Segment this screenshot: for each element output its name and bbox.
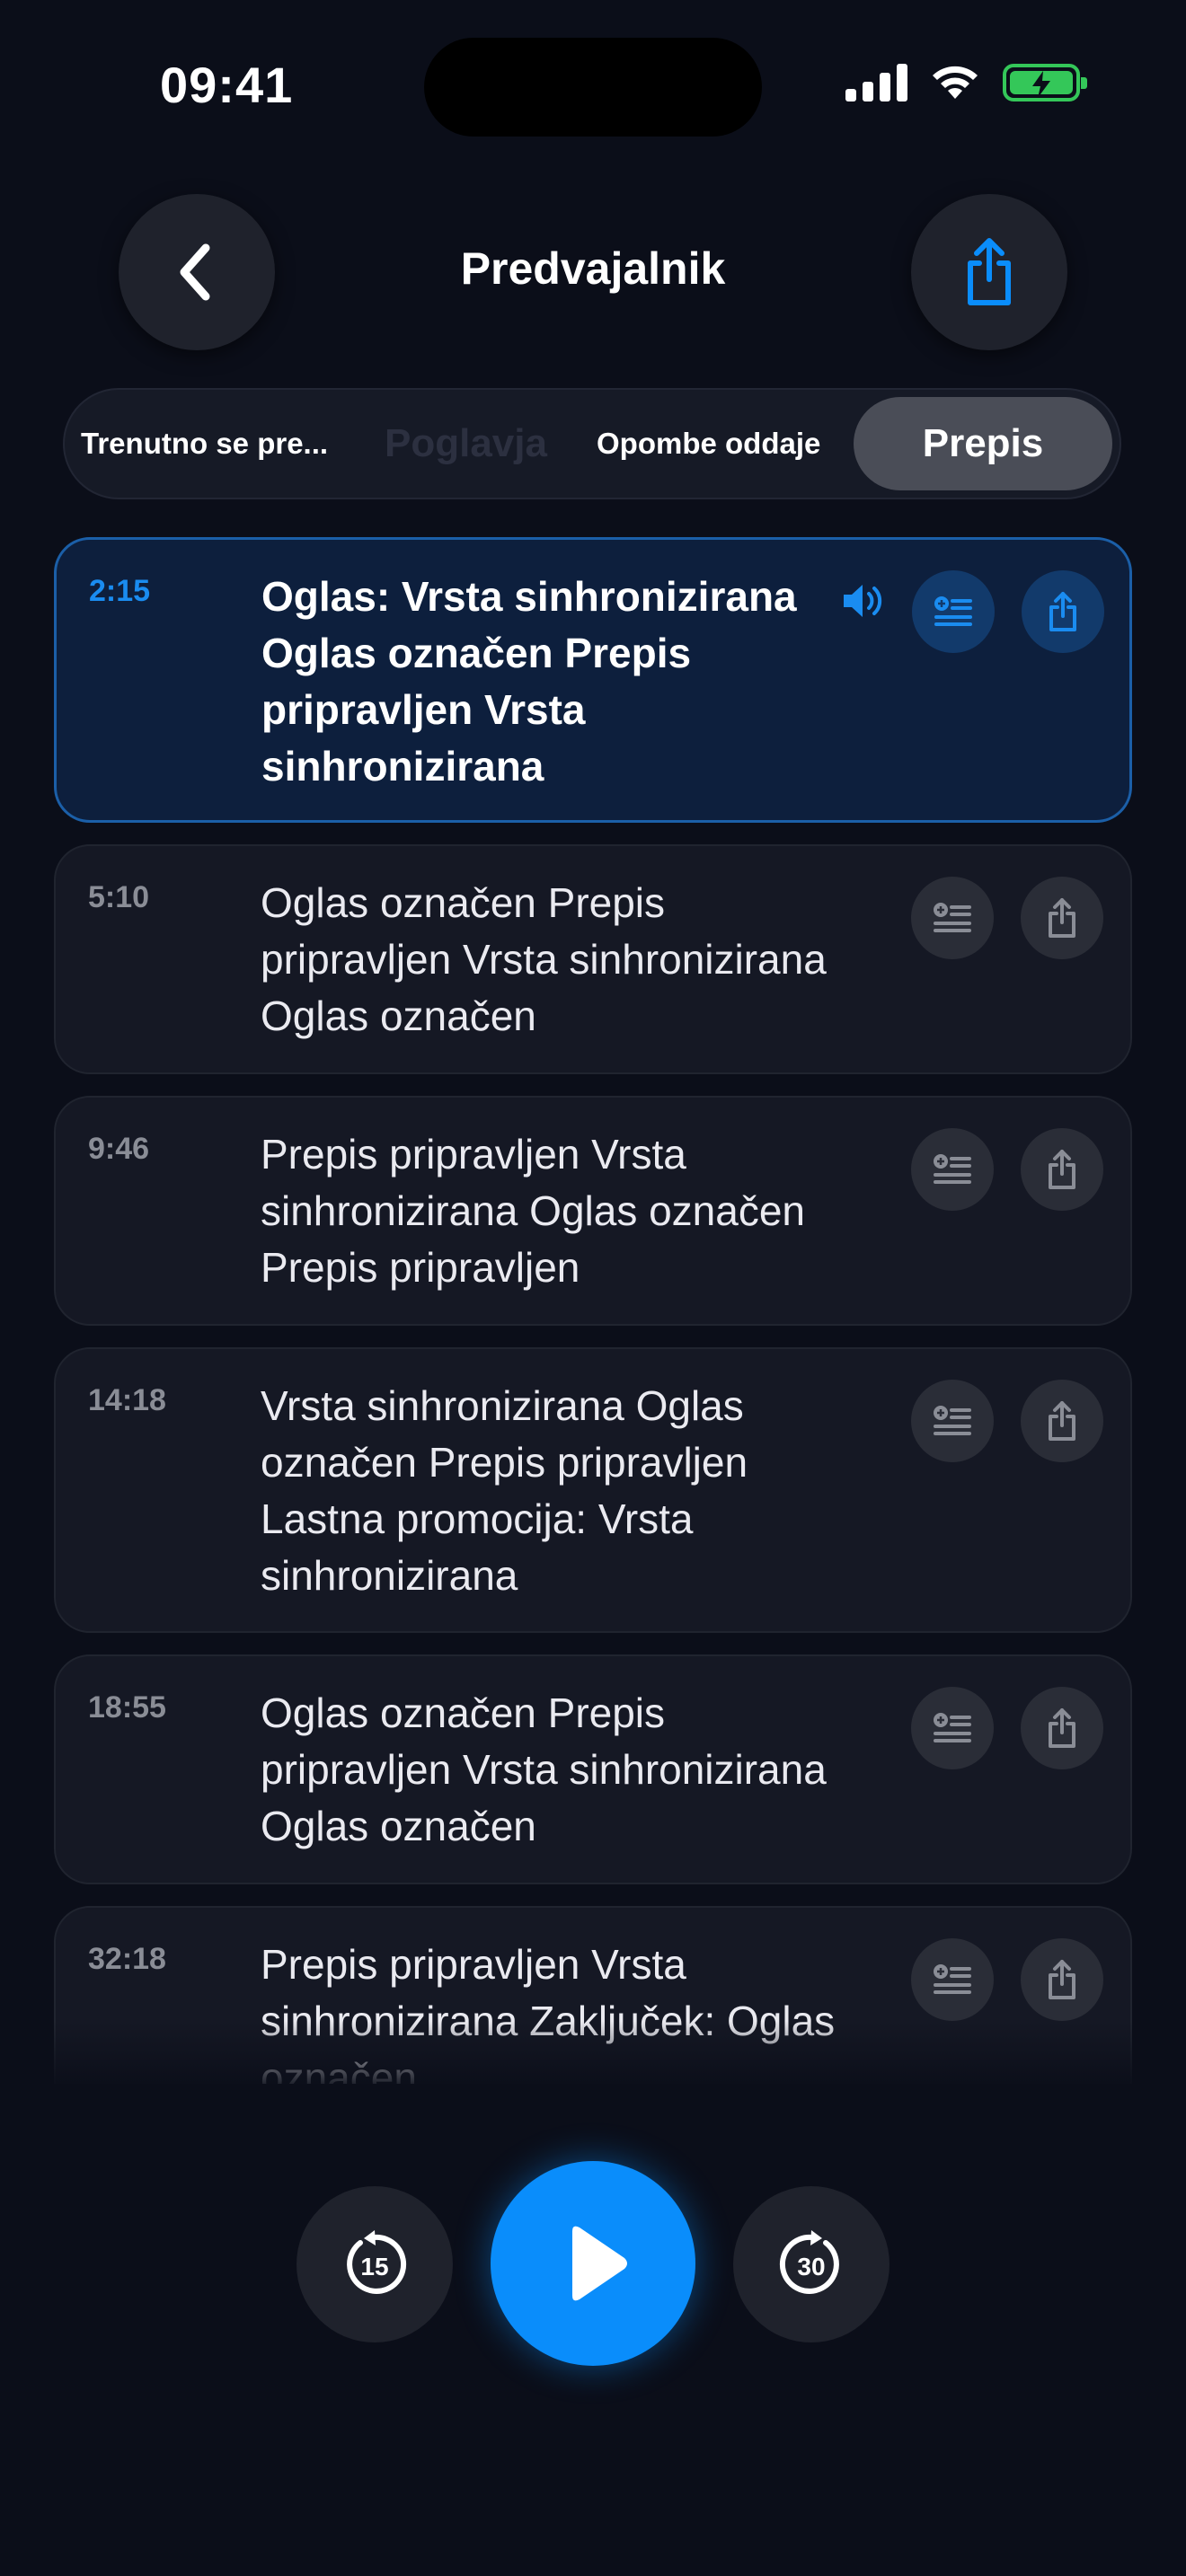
share-icon [1049, 592, 1076, 631]
add-to-notes-button[interactable] [911, 1938, 994, 2021]
share-segment-button[interactable] [1021, 1380, 1103, 1462]
share-icon [1049, 1150, 1075, 1189]
dynamic-island [424, 38, 762, 137]
row-text: Oglas označen Prepis pripravljen Vrsta s… [261, 879, 827, 1039]
row-text: Prepis pripravljen Vrsta sinhronizirana … [261, 1131, 806, 1291]
add-to-notes-button[interactable] [911, 1380, 994, 1462]
row-timestamp[interactable]: 14:18 [88, 1383, 166, 1418]
row-timestamp[interactable]: 5:10 [88, 880, 149, 915]
share-icon [968, 238, 1011, 305]
row-text: Prepis pripravljen Vrsta sinhronizirana … [261, 1941, 836, 2084]
share-segment-button[interactable] [1021, 1938, 1103, 2021]
transcript-row[interactable]: 18:55 Oglas označen Prepis pripravljen V… [54, 1654, 1132, 1884]
add-note-list-icon [934, 1406, 971, 1435]
add-note-list-icon [934, 1713, 971, 1742]
status-bar: 09:41 [0, 0, 1186, 171]
play-icon [572, 2226, 627, 2301]
share-icon [1049, 1708, 1075, 1748]
add-note-list-icon [934, 903, 971, 932]
cellular-signal-icon [845, 64, 907, 101]
share-icon [1049, 1401, 1075, 1441]
charging-bolt-icon [1032, 71, 1050, 98]
skip-back-15-icon: 15 [347, 2230, 407, 2294]
svg-text:30: 30 [797, 2253, 825, 2280]
add-to-notes-button[interactable] [911, 1128, 994, 1211]
segment-tabs: Trenutno se pre... Poglavja Opombe oddaj… [63, 388, 1121, 499]
share-icon [1049, 898, 1075, 938]
share-icon [1049, 1960, 1075, 1999]
status-icons [845, 63, 1087, 102]
battery-icon [1003, 64, 1087, 101]
transcript-row[interactable]: 5:10 Oglas označen Prepis pripravljen Vr… [54, 844, 1132, 1074]
add-to-notes-button[interactable] [911, 1687, 994, 1769]
transcript-row[interactable]: 32:18 Prepis pripravljen Vrsta sinhroniz… [54, 1906, 1132, 2084]
tab-show-notes[interactable]: Opombe oddaje [597, 390, 820, 498]
status-time: 09:41 [160, 57, 294, 113]
skip-back-button[interactable]: 15 [296, 2186, 453, 2342]
share-segment-button[interactable] [1022, 570, 1104, 653]
add-note-list-icon [934, 596, 972, 626]
tab-chapters[interactable]: Poglavja [385, 390, 547, 498]
share-segment-button[interactable] [1021, 1687, 1103, 1769]
svg-text:15: 15 [360, 2253, 388, 2280]
add-note-list-icon [934, 1154, 971, 1184]
row-timestamp[interactable]: 2:15 [89, 574, 150, 609]
player-controls: 15 30 [0, 2156, 1186, 2371]
row-text: Oglas označen Prepis pripravljen Vrsta s… [261, 1689, 827, 1849]
skip-forward-button[interactable]: 30 [733, 2186, 890, 2342]
row-timestamp[interactable]: 32:18 [88, 1942, 166, 1977]
row-timestamp[interactable]: 18:55 [88, 1690, 166, 1725]
add-note-list-icon [934, 1964, 971, 1994]
add-to-notes-button[interactable] [911, 877, 994, 959]
transcript-row[interactable]: 9:46 Prepis pripravljen Vrsta sinhronizi… [54, 1096, 1132, 1326]
skip-forward-30-icon: 30 [779, 2230, 839, 2294]
share-segment-button[interactable] [1021, 1128, 1103, 1211]
share-button[interactable] [911, 194, 1067, 350]
transcript-list[interactable]: 2:15 Oglas: Vrsta sinhronizirana Oglas o… [54, 537, 1132, 2084]
transcript-row[interactable]: 14:18 Vrsta sinhronizirana Oglas označen… [54, 1347, 1132, 1633]
row-text: Vrsta sinhronizirana Oglas označen Prepi… [261, 1382, 748, 1599]
tab-now-playing[interactable]: Trenutno se pre... [81, 390, 328, 498]
row-text: Oglas: Vrsta sinhronizirana Oglas označe… [261, 573, 797, 790]
tab-transcript[interactable]: Prepis [854, 397, 1112, 490]
speaker-icon [844, 585, 882, 617]
transcript-row-active[interactable]: 2:15 Oglas: Vrsta sinhronizirana Oglas o… [54, 537, 1132, 823]
share-segment-button[interactable] [1021, 877, 1103, 959]
row-timestamp[interactable]: 9:46 [88, 1132, 149, 1167]
wifi-icon [933, 66, 978, 99]
play-button[interactable] [491, 2161, 695, 2366]
add-to-notes-button[interactable] [912, 570, 995, 653]
